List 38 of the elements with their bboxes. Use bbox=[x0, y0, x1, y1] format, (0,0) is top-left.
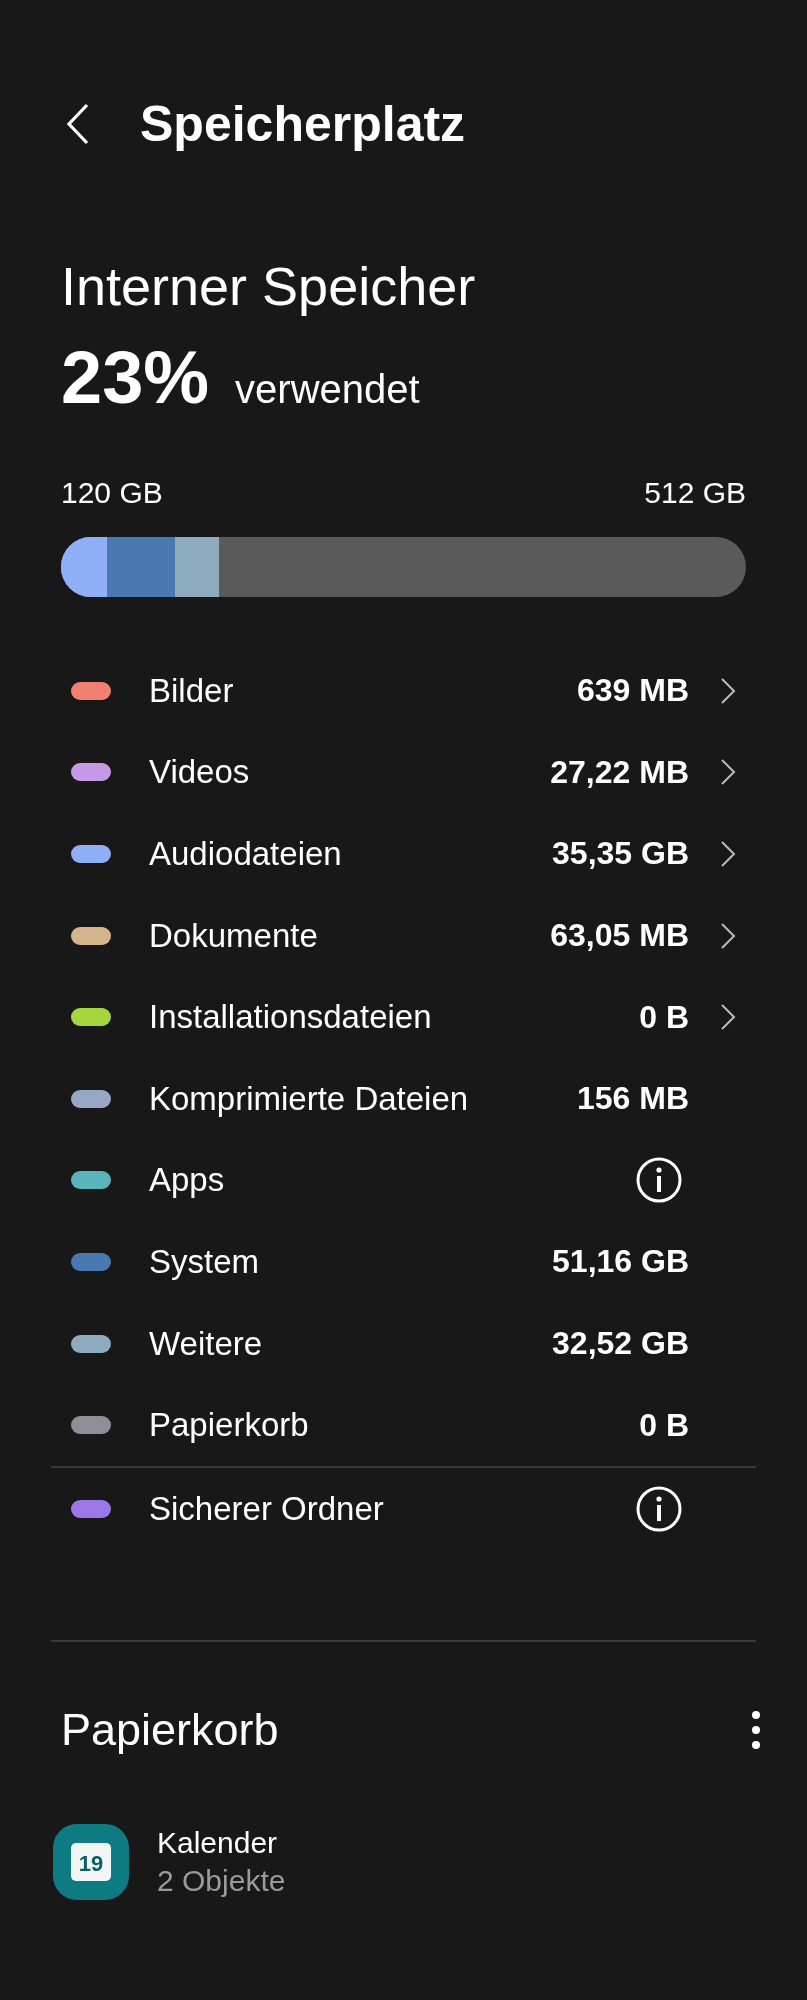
used-label: verwendet bbox=[235, 367, 420, 412]
chevron-right-icon bbox=[720, 758, 736, 787]
category-size: 0 B bbox=[639, 998, 689, 1036]
category-name: Apps bbox=[149, 1161, 226, 1200]
total-amount: 512 GB bbox=[644, 476, 746, 510]
chevron-right-icon bbox=[720, 840, 736, 868]
category-name: Videos bbox=[149, 753, 251, 792]
page-title: Speicherplatz bbox=[140, 95, 466, 153]
used-percent: 23% bbox=[61, 338, 210, 418]
category-size: 32,52 GB bbox=[552, 1325, 689, 1363]
trash-title: Papierkorb bbox=[61, 1703, 279, 1756]
category-name: Installationsdateien bbox=[149, 998, 433, 1037]
category-size: 639 MB bbox=[576, 672, 689, 710]
category-name: Dokumente bbox=[149, 916, 319, 955]
chevron-right-icon bbox=[720, 1003, 736, 1032]
category-size: 51,16 GB bbox=[552, 1243, 689, 1281]
category-name: Sicherer Ordner bbox=[149, 1489, 385, 1528]
used-amount: 120 GB bbox=[61, 476, 163, 510]
storage-title: Interner Speicher bbox=[61, 256, 477, 316]
category-size: 27,22 MB bbox=[550, 753, 689, 791]
category-size: 63,05 MB bbox=[550, 917, 689, 955]
item-count: 2 Objekte bbox=[157, 1863, 286, 1898]
app-name: Kalender bbox=[157, 1825, 279, 1860]
category-name: Weitere bbox=[149, 1324, 264, 1363]
chevron-right-icon bbox=[720, 921, 736, 950]
more-options-button[interactable] bbox=[751, 1709, 761, 1750]
category-name: Bilder bbox=[149, 671, 235, 710]
info-icon[interactable] bbox=[636, 1157, 682, 1204]
calendar-app-icon[interactable]: 19 bbox=[53, 1823, 129, 1900]
info-icon[interactable] bbox=[636, 1485, 682, 1532]
category-name: Audiodateien bbox=[149, 835, 343, 873]
chevron-right-icon bbox=[720, 676, 736, 705]
category-size: 35,35 GB bbox=[552, 835, 689, 873]
category-name: System bbox=[149, 1242, 261, 1281]
category-size: 156 MB bbox=[576, 1080, 689, 1118]
category-size: 0 B bbox=[639, 1406, 689, 1444]
category-name: Komprimierte Dateien bbox=[149, 1079, 470, 1118]
category-name: Papierkorb bbox=[149, 1406, 310, 1445]
